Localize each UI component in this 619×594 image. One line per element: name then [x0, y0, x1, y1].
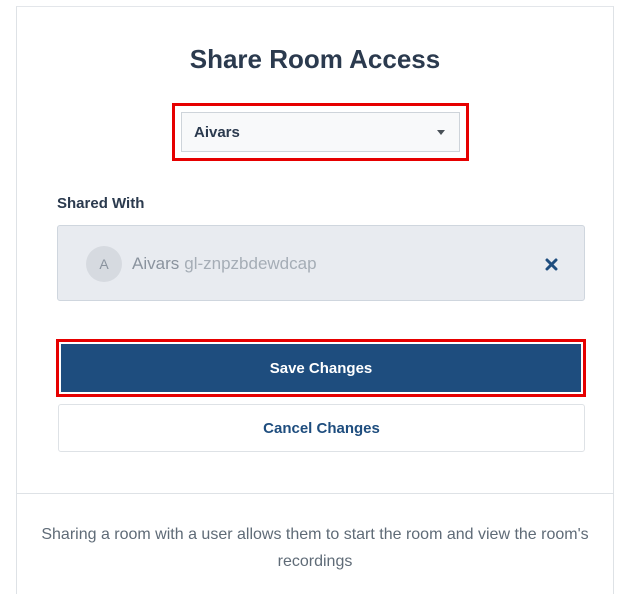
shared-user-row: A Aivars gl-znpzbdewdcap: [86, 245, 562, 283]
user-select-dropdown[interactable]: Aivars: [181, 112, 460, 152]
user-select-highlight: Aivars: [172, 103, 469, 161]
cancel-changes-button[interactable]: Cancel Changes: [58, 404, 585, 452]
share-room-modal: Share Room Access Aivars Shared With A A…: [16, 6, 614, 594]
avatar: A: [86, 246, 122, 282]
footer-help-text: Sharing a room with a user allows them t…: [41, 526, 589, 570]
shared-users-list: A Aivars gl-znpzbdewdcap: [57, 225, 585, 301]
shared-user-name: Aivars: [132, 254, 180, 273]
save-button-highlight: Save Changes: [56, 339, 586, 397]
remove-user-button[interactable]: [540, 253, 562, 275]
modal-divider: [17, 493, 613, 494]
shared-user-id: gl-znpzbdewdcap: [184, 254, 317, 273]
modal-title: Share Room Access: [189, 44, 441, 74]
user-select-value: Aivars: [194, 123, 240, 141]
shared-with-label: Shared With: [57, 195, 145, 212]
caret-down-icon: [437, 129, 445, 135]
close-icon: [545, 258, 557, 270]
save-changes-button[interactable]: Save Changes: [61, 344, 581, 392]
